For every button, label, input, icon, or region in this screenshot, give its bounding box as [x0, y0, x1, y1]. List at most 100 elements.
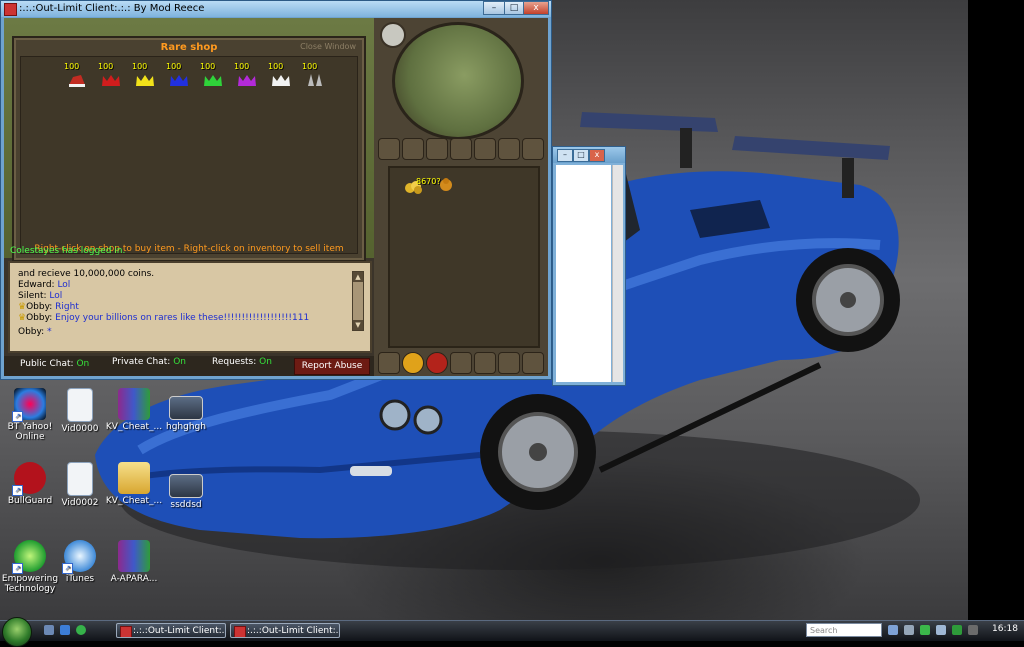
chat-text: and recieve 10,000,000 coins. — [18, 269, 155, 279]
inventory-slot-coins[interactable]: 8670? — [404, 176, 441, 194]
stats-tab-icon[interactable] — [402, 138, 424, 160]
desktop-icon-vid0000[interactable]: Vid0000 — [50, 388, 110, 434]
run-tab-icon[interactable] — [498, 352, 520, 374]
chat-text: Enjoy your billions on rares like these!… — [55, 313, 310, 323]
show-desktop-icon[interactable] — [44, 625, 54, 635]
inventory-panel[interactable]: 8670? — [388, 166, 540, 348]
maximize-button[interactable]: □ — [573, 149, 589, 162]
quick-launch-icon[interactable] — [60, 625, 70, 635]
messenger-icon[interactable] — [76, 625, 86, 635]
magic-tab-icon[interactable] — [522, 138, 544, 160]
shop-close-button[interactable]: Close Window — [300, 42, 356, 51]
coin-pouch-icon — [440, 178, 452, 191]
winrar-archive-icon — [118, 388, 150, 420]
compass-icon[interactable] — [380, 22, 406, 48]
chat-text: Right — [55, 302, 79, 312]
desktop-icon-ssddsd[interactable]: ssddsd — [156, 474, 216, 510]
public-chat-button[interactable]: Public Chat: On — [20, 359, 89, 369]
report-abuse-button[interactable]: Report Abuse — [294, 358, 370, 375]
game-viewport[interactable]: Rare shop Close Window 100 100 100 100 1… — [4, 18, 374, 262]
taskbar: :.:.:Out-Limit Client:... :.:.:Out-Limit… — [0, 617, 1024, 647]
client-window[interactable]: :.:.:Out-Limit Client:.:.: By Mod Reece … — [0, 0, 552, 380]
start-button[interactable] — [2, 617, 32, 647]
shop-item-red-partyhat[interactable]: 100 — [98, 62, 124, 90]
minimize-button[interactable]: – — [557, 149, 573, 162]
bullguard-icon: ↗ — [12, 462, 46, 496]
tray-icon[interactable] — [904, 625, 914, 635]
chat-input[interactable]: * — [47, 327, 52, 337]
equipment-tab-icon[interactable] — [474, 138, 496, 160]
shop-item-quantity: 100 — [302, 62, 318, 71]
rare-shop-window[interactable]: Rare shop Close Window 100 100 100 100 1… — [12, 36, 366, 262]
shop-item-santa-hat[interactable]: 100 — [64, 62, 90, 90]
desktop-icon-kv-cheat-archive[interactable]: KV_Cheat_... — [104, 388, 164, 432]
close-button[interactable]: x — [589, 149, 605, 162]
shop-item-yellow-partyhat[interactable]: 100 — [132, 62, 158, 90]
shop-item-white-partyhat[interactable]: 100 — [268, 62, 294, 90]
quest-tab-icon[interactable] — [426, 138, 448, 160]
emotes-tab-icon[interactable] — [402, 352, 424, 374]
scroll-down-icon[interactable]: ▼ — [353, 320, 363, 330]
vertical-scrollbar[interactable] — [612, 165, 623, 382]
chat-name: Silent: — [18, 291, 47, 301]
desktop-icon-label: Vid0002 — [61, 498, 99, 508]
chat-scrollbar[interactable]: ▲ ▼ — [352, 271, 364, 331]
background-window[interactable]: – □ x — [552, 146, 626, 386]
chat-line: Edward: Lol — [18, 280, 70, 290]
requests-button[interactable]: Requests: On — [212, 357, 272, 367]
private-chat-button[interactable]: Private Chat: On — [112, 357, 186, 367]
logout-tab-icon[interactable] — [450, 352, 472, 374]
shop-item-blue-partyhat[interactable]: 100 — [166, 62, 192, 90]
minimap[interactable] — [392, 22, 524, 140]
music-tab-icon[interactable] — [522, 352, 544, 374]
inventory-tab-icon[interactable] — [450, 138, 472, 160]
blue-partyhat-icon — [170, 75, 188, 86]
crown-icon: ♛ — [18, 313, 27, 323]
chatbox[interactable]: and recieve 10,000,000 coins. Edward: Lo… — [8, 261, 372, 353]
search-input[interactable]: Search — [806, 623, 882, 637]
settings-tab-icon[interactable] — [474, 352, 496, 374]
clock[interactable]: 16:18 — [992, 624, 1018, 634]
combat-tab-icon[interactable] — [378, 138, 400, 160]
power-icon[interactable] — [968, 625, 978, 635]
close-button[interactable]: x — [523, 1, 549, 15]
inventory-slot-item[interactable] — [438, 176, 454, 192]
yellow-partyhat-icon — [136, 75, 154, 86]
game-canvas[interactable]: Rare shop Close Window 100 100 100 100 1… — [4, 18, 548, 376]
client-titlebar[interactable]: :.:.:Out-Limit Client:.:.: By Mod Reece … — [1, 1, 551, 17]
shop-item-purple-partyhat[interactable]: 100 — [234, 62, 260, 90]
desktop-icon-kv-cheat-folder[interactable]: KV_Cheat_... — [104, 462, 164, 506]
image-file-icon — [169, 474, 203, 498]
chat-input-line[interactable]: Obby: * — [18, 327, 52, 337]
network-icon[interactable] — [920, 625, 930, 635]
taskbar-item-client[interactable]: :.:.:Out-Limit Client:... — [230, 623, 340, 638]
prayer-tab-icon[interactable] — [498, 138, 520, 160]
background-window-content — [556, 165, 611, 382]
ignore-tab-icon[interactable] — [426, 352, 448, 374]
green-partyhat-icon — [204, 75, 222, 86]
chat-line: Silent: Lol — [18, 291, 62, 301]
desktop-icon-hghghgh[interactable]: hghghgh — [156, 396, 216, 432]
shop-item-bunny-ears[interactable]: 100 — [302, 62, 328, 90]
desktop-icon-itunes[interactable]: ↗ iTunes — [50, 540, 110, 584]
search-icon[interactable] — [888, 625, 898, 635]
chat-text: Lol — [49, 291, 63, 301]
scroll-up-icon[interactable]: ▲ — [353, 272, 363, 282]
volume-icon[interactable] — [936, 625, 946, 635]
security-icon[interactable] — [952, 625, 962, 635]
shop-item-green-partyhat[interactable]: 100 — [200, 62, 226, 90]
maximize-button[interactable]: □ — [504, 1, 524, 15]
desktop-icon-label: KV_Cheat_... — [105, 496, 163, 506]
chat-filter-bar: Public Chat: On Private Chat: On Request… — [4, 356, 374, 376]
crown-icon: ♛ — [18, 302, 27, 312]
taskbar-item-label: :.:.:Out-Limit Client:... — [133, 626, 226, 636]
folder-icon — [118, 462, 150, 494]
shop-item-quantity: 100 — [200, 62, 216, 71]
public-chat-state: On — [76, 359, 90, 369]
friends-tab-icon[interactable] — [378, 352, 400, 374]
itunes-icon: ↗ — [62, 540, 96, 574]
desktop-icon-vid0002[interactable]: Vid0002 — [50, 462, 110, 508]
taskbar-item-client[interactable]: :.:.:Out-Limit Client:... — [116, 623, 226, 638]
desktop-icon-archive-2[interactable]: A-APARA... — [104, 540, 164, 584]
minimize-button[interactable]: – — [483, 1, 505, 15]
